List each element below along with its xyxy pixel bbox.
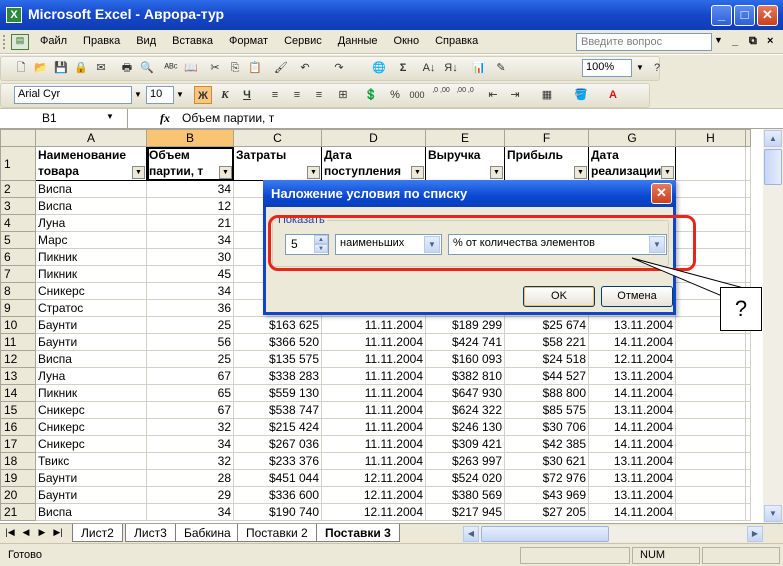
callout-pointer xyxy=(631,257,742,297)
question-callout: ? xyxy=(720,287,762,331)
